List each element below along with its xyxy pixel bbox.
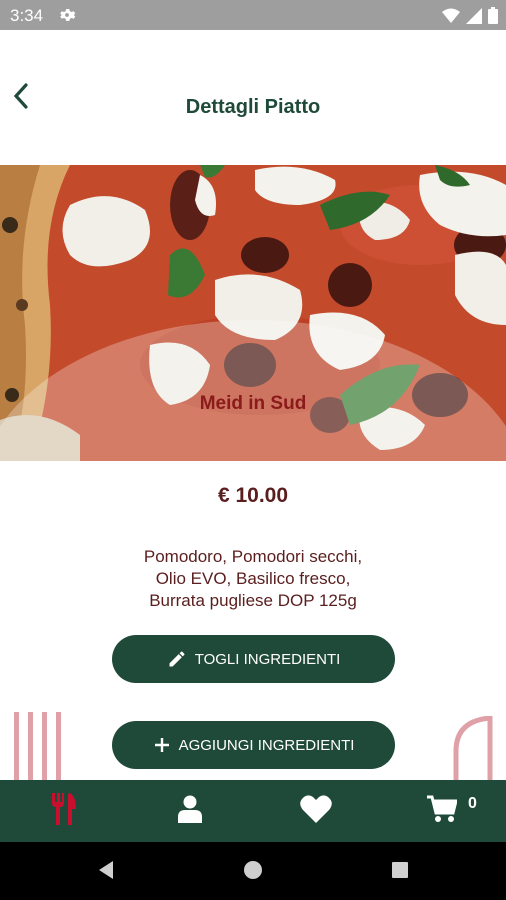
triangle-back-icon xyxy=(97,860,115,885)
nav-menu[interactable] xyxy=(46,792,82,830)
square-recents-icon xyxy=(391,861,409,884)
signal-icon xyxy=(466,7,482,29)
knife-decoration-icon xyxy=(453,716,493,784)
system-home-button[interactable] xyxy=(241,860,265,884)
cart-count-badge: 0 xyxy=(468,795,477,812)
cart-icon xyxy=(427,795,458,828)
circle-home-icon xyxy=(243,860,263,885)
bottom-nav xyxy=(0,780,506,842)
ingredients-line: Olio EVO, Basilico fresco, xyxy=(155,569,351,588)
remove-ingredients-label: TOGLI INGREDIENTI xyxy=(194,650,341,668)
ingredients-list: Pomodoro, Pomodori secchi, Olio EVO, Bas… xyxy=(60,546,446,612)
gear-icon xyxy=(58,6,76,24)
app-header: Dettagli Piatto xyxy=(0,30,506,165)
pizza-illustration xyxy=(0,165,506,461)
pencil-icon xyxy=(167,649,187,669)
dish-image: Meid in Sud xyxy=(0,165,506,461)
system-recents-button[interactable] xyxy=(388,860,412,884)
page-title: Dettagli Piatto xyxy=(185,96,321,118)
nav-profile[interactable] xyxy=(172,794,208,828)
nav-cart[interactable] xyxy=(424,794,460,828)
system-nav-bar xyxy=(0,842,506,900)
plus-icon xyxy=(153,736,171,754)
dish-price: € 10.00 xyxy=(217,484,289,507)
heart-icon xyxy=(300,794,332,828)
status-time: 3:34 xyxy=(10,6,44,25)
add-ingredients-label: AGGIUNGI INGREDIENTI xyxy=(178,736,355,754)
ingredients-line: Pomodoro, Pomodori secchi, xyxy=(143,547,363,566)
nav-favorites[interactable] xyxy=(298,794,334,828)
system-back-button[interactable] xyxy=(94,860,118,884)
status-bar: 3:34 xyxy=(0,0,506,30)
dish-name: Meid in Sud xyxy=(199,393,307,414)
battery-icon xyxy=(488,7,498,29)
wifi-icon xyxy=(442,8,460,29)
add-ingredients-button[interactable]: AGGIUNGI INGREDIENTI xyxy=(112,721,395,769)
remove-ingredients-button[interactable]: TOGLI INGREDIENTI xyxy=(112,635,395,683)
ingredients-line: Burrata pugliese DOP 125g xyxy=(149,591,357,610)
user-icon xyxy=(178,795,202,828)
fork-knife-icon xyxy=(50,792,78,830)
fork-decoration-icon xyxy=(14,712,61,784)
